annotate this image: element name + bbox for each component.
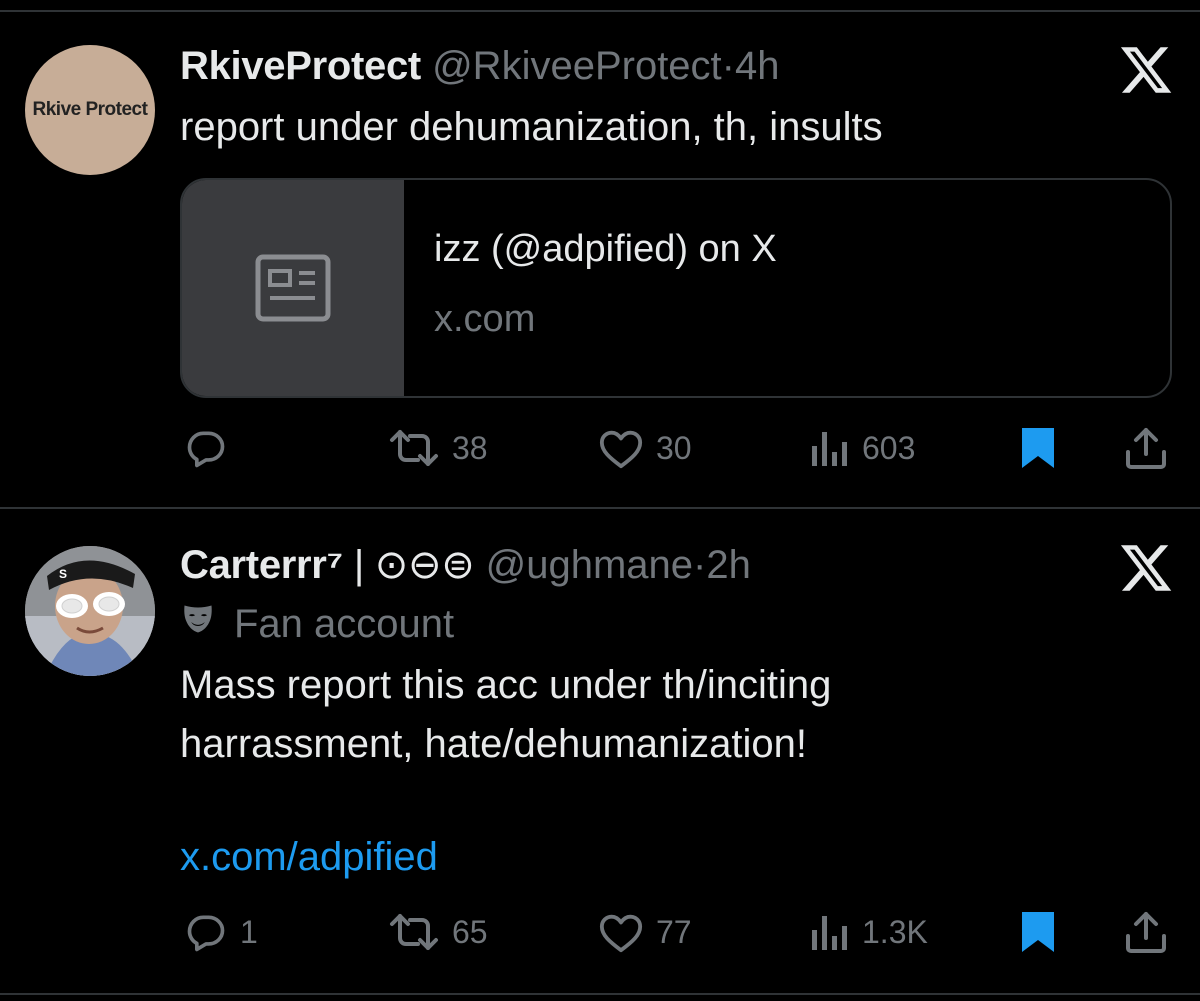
retweet-icon — [388, 910, 440, 954]
fan-account-label: Fan account — [180, 600, 454, 648]
separator-dot: · — [693, 543, 707, 587]
handle[interactable]: @ughmane — [486, 543, 693, 587]
retweet-count: 65 — [452, 913, 488, 950]
x-logo-icon[interactable] — [1118, 540, 1174, 596]
retweet-button[interactable]: 65 — [388, 907, 488, 957]
share-button[interactable] — [1124, 907, 1168, 957]
like-count: 77 — [656, 913, 692, 950]
svg-text:S: S — [59, 567, 67, 581]
like-button[interactable]: 77 — [598, 907, 692, 957]
bookmark-icon — [1020, 910, 1056, 954]
tweet-link[interactable]: x.com/adpified — [180, 828, 438, 887]
display-name[interactable]: Carterrr⁷ — [180, 543, 343, 587]
tweet-text-line: harrassment, hate/dehumanization! — [180, 722, 808, 766]
tweet-header: Carterrr⁷ | ⊙⊖⊜ @ughmane·2h — [180, 541, 751, 589]
name-suffix: | ⊙⊖⊜ — [353, 543, 475, 587]
timestamp[interactable]: 2h — [706, 543, 751, 587]
bottom-divider — [0, 993, 1200, 995]
bookmark-button[interactable] — [1020, 907, 1056, 957]
fan-account-text: Fan account — [234, 602, 455, 646]
tweet-2[interactable]: S Carterrr⁷ | ⊙⊖⊜ @ughmane·2h Fan accoun… — [0, 0, 1200, 1001]
action-bar: 1 65 77 1.3K — [0, 907, 1200, 957]
views-icon — [810, 910, 850, 954]
tweet-text-line: Mass report this acc under th/inciting — [180, 663, 832, 707]
views-button[interactable]: 1.3K — [810, 907, 928, 957]
reply-count: 1 — [240, 913, 258, 950]
reply-button[interactable]: 1 — [184, 907, 258, 957]
like-icon — [598, 910, 644, 954]
tweet-text: Mass report this acc under th/inciting h… — [180, 656, 831, 774]
avatar[interactable]: S — [25, 546, 155, 676]
fan-account-mask-icon — [180, 600, 216, 648]
reply-icon — [184, 910, 228, 954]
share-icon — [1124, 910, 1168, 954]
view-count: 1.3K — [862, 913, 928, 950]
